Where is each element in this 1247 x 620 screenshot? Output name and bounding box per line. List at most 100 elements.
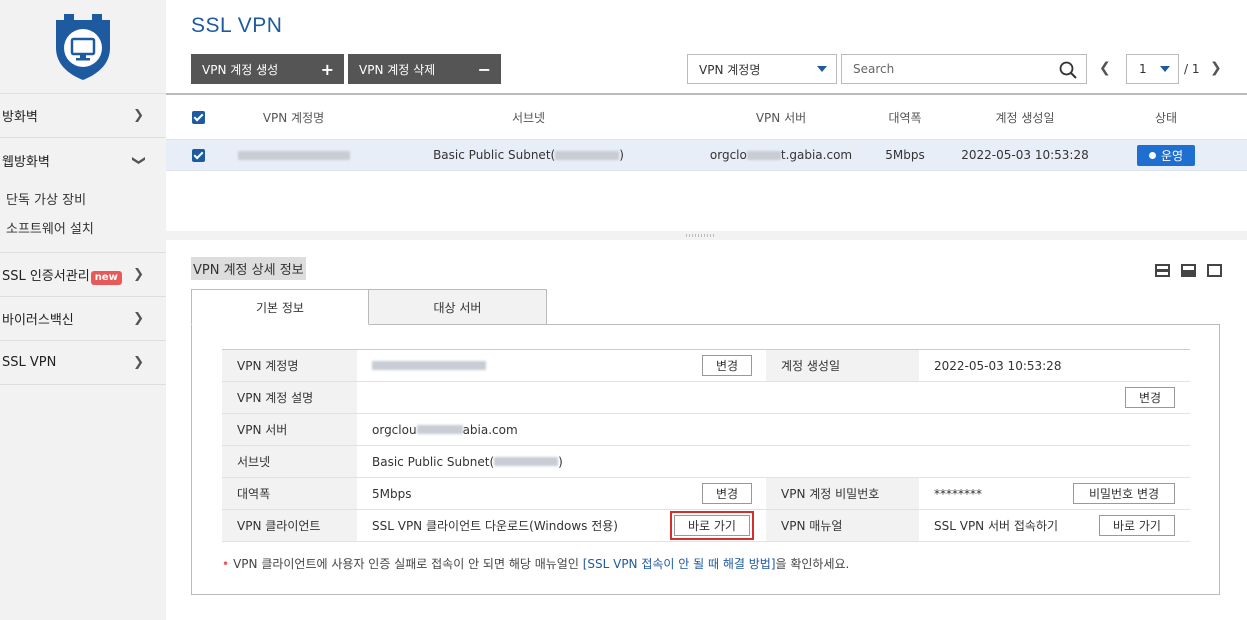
chevron-right-icon: ❯ xyxy=(133,311,144,326)
info-row: VPN 계정명 변경 계정 생성일 2022-05-03 10:53:28 xyxy=(222,350,1190,382)
subnet-cell: Basic Public Subnet() xyxy=(361,148,696,162)
server-suffix: abia.com xyxy=(462,422,518,437)
drag-handle-icon[interactable] xyxy=(686,234,716,237)
change-password-button[interactable]: 비밀번호 변경 xyxy=(1073,483,1175,504)
redacted-value xyxy=(237,151,350,160)
sidebar-item-label: 웹방화벽 xyxy=(2,154,50,170)
table-row[interactable]: Basic Public Subnet() orgclo t.gabia.com … xyxy=(166,139,1247,171)
sidebar-item-label: SSL VPN xyxy=(2,355,57,370)
page-total: / 1 xyxy=(1184,62,1200,76)
info-row: VPN 클라이언트 SSL VPN 클라이언트 다운로드(Windows 전용)… xyxy=(222,510,1190,542)
client-download-go-button[interactable]: 바로 가기 xyxy=(670,511,754,540)
logo xyxy=(0,0,166,93)
info-value: ******** 비밀번호 변경 xyxy=(919,478,1190,509)
redacted-value xyxy=(555,151,620,160)
create-button-label: VPN 계정 생성 xyxy=(202,62,279,77)
chevron-right-icon: ❯ xyxy=(133,355,144,370)
sidebar-item-label: SSL 인증서관리 new xyxy=(2,265,122,285)
info-value: Basic Public Subnet() xyxy=(357,446,1190,477)
select-all-cell xyxy=(166,110,226,124)
sidebar-item-firewall[interactable]: 방화벽 ❯ xyxy=(0,94,166,138)
change-account-name-button[interactable]: 변경 xyxy=(702,355,752,376)
create-vpn-account-button[interactable]: VPN 계정 생성 + xyxy=(191,54,344,84)
chevron-right-icon: ❯ xyxy=(133,267,144,282)
layout-split-top-icon[interactable] xyxy=(1155,264,1170,277)
panel-splitter[interactable] xyxy=(166,231,1247,240)
status-badge: 운영 xyxy=(1137,144,1195,166)
chevron-left-icon[interactable]: ❮ xyxy=(1099,60,1111,76)
chevron-right-icon: ❯ xyxy=(133,108,144,123)
sidebar-item-antivirus[interactable]: 바이러스백신 ❯ xyxy=(0,297,166,341)
sidebar-item-label: 바이러스백신 xyxy=(2,313,74,328)
info-value: orgclou abia.com xyxy=(357,414,1190,445)
status-dot-icon xyxy=(1148,151,1156,159)
server-cell: orgclo t.gabia.com xyxy=(696,148,866,162)
note-prefix: VPN 클라이언트에 사용자 인증 실패로 접속이 안 되면 해당 매뉴얼인 xyxy=(233,557,583,571)
manual-go-button[interactable]: 바로 가기 xyxy=(1099,515,1175,536)
client-download-text: SSL VPN 클라이언트 다운로드(Windows 전용) xyxy=(372,519,618,533)
new-badge: new xyxy=(90,270,122,285)
subnet-suffix: ) xyxy=(558,454,563,469)
info-label: VPN 클라이언트 xyxy=(222,510,357,541)
main-content: SSL VPN VPN 계정 생성 + VPN 계정 삭제 − VPN 계정명 … xyxy=(166,0,1247,620)
chevron-right-icon[interactable]: ❯ xyxy=(1210,60,1222,76)
layout-full-icon[interactable] xyxy=(1207,264,1222,277)
redacted-value xyxy=(416,425,463,434)
info-label: 계정 생성일 xyxy=(766,350,919,381)
column-header[interactable]: VPN 서버 xyxy=(696,109,866,126)
sidebar-item-label: 방화벽 xyxy=(2,110,38,125)
server-prefix: orgclo xyxy=(709,148,747,162)
chevron-down-icon: ❯ xyxy=(131,154,147,166)
sidebar-subitem-standalone[interactable]: 단독 가상 장비 xyxy=(6,186,166,215)
row-checkbox-cell xyxy=(166,148,226,162)
redacted-value xyxy=(494,457,559,466)
sidebar-item-ssl-vpn[interactable]: SSL VPN ❯ xyxy=(0,341,166,385)
detail-tabs: 기본 정보 대상 서버 xyxy=(191,289,547,325)
redacted-value xyxy=(746,151,781,160)
info-value: 2022-05-03 10:53:28 xyxy=(934,358,1062,373)
change-description-button[interactable]: 변경 xyxy=(1125,387,1175,408)
bandwidth-cell: 5Mbps xyxy=(885,148,925,162)
delete-vpn-account-button[interactable]: VPN 계정 삭제 − xyxy=(348,54,501,84)
page-select[interactable]: 1 xyxy=(1126,54,1179,84)
subnet-prefix: Basic Public Subnet( xyxy=(372,454,495,469)
info-value: 변경 xyxy=(357,350,766,381)
dropdown-arrow-icon xyxy=(817,66,827,72)
select-all-checkbox[interactable] xyxy=(192,111,205,124)
page-title: SSL VPN xyxy=(191,14,283,37)
troubleshoot-link[interactable]: [SSL VPN 접속이 안 될 때 해결 방법] xyxy=(583,557,776,571)
server-suffix: t.gabia.com xyxy=(780,148,853,162)
subnet-suffix: ) xyxy=(619,148,624,162)
row-checkbox[interactable] xyxy=(192,149,205,162)
column-header[interactable]: 계정 생성일 xyxy=(944,109,1106,126)
info-row: VPN 계정 설명 변경 xyxy=(222,382,1190,414)
sidebar-item-waf[interactable]: 웹방화벽 ❯ xyxy=(0,138,166,182)
tab-basic-info[interactable]: 기본 정보 xyxy=(191,289,369,325)
search-input[interactable] xyxy=(842,55,1042,83)
column-header[interactable]: 서브넷 xyxy=(361,109,696,126)
search-box xyxy=(841,54,1087,84)
tab-target-server[interactable]: 대상 서버 xyxy=(369,289,547,325)
info-row: 대역폭 5Mbps 변경 VPN 계정 비밀번호 ******** 비밀번호 변… xyxy=(222,478,1190,510)
info-label: VPN 계정 비밀번호 xyxy=(766,478,919,509)
sidebar-subitem-software[interactable]: 소프트웨어 설치 xyxy=(6,215,166,244)
column-header[interactable]: VPN 계정명 xyxy=(226,109,361,126)
delete-button-label: VPN 계정 삭제 xyxy=(359,62,436,77)
page-current: 1 xyxy=(1139,62,1147,76)
sidebar-item-ssl-cert[interactable]: SSL 인증서관리 new ❯ xyxy=(0,253,166,297)
info-label: 대역폭 xyxy=(222,478,357,509)
plus-icon: + xyxy=(320,59,334,79)
view-toggle-group xyxy=(1155,264,1222,277)
server-prefix: orgclou xyxy=(372,422,417,437)
created-date-cell: 2022-05-03 10:53:28 xyxy=(961,148,1089,162)
column-header[interactable]: 상태 xyxy=(1106,109,1226,126)
info-label: VPN 매뉴얼 xyxy=(766,510,919,541)
column-header[interactable]: 대역폭 xyxy=(866,109,944,126)
note-suffix: 을 확인하세요. xyxy=(775,557,850,571)
change-bandwidth-button[interactable]: 변경 xyxy=(702,483,752,504)
search-icon[interactable] xyxy=(1059,61,1077,79)
account-name-cell xyxy=(226,148,361,162)
layout-split-bottom-icon[interactable] xyxy=(1181,264,1196,277)
search-filter-select[interactable]: VPN 계정명 xyxy=(687,54,837,84)
info-row: VPN 서버 orgclou abia.com xyxy=(222,414,1190,446)
